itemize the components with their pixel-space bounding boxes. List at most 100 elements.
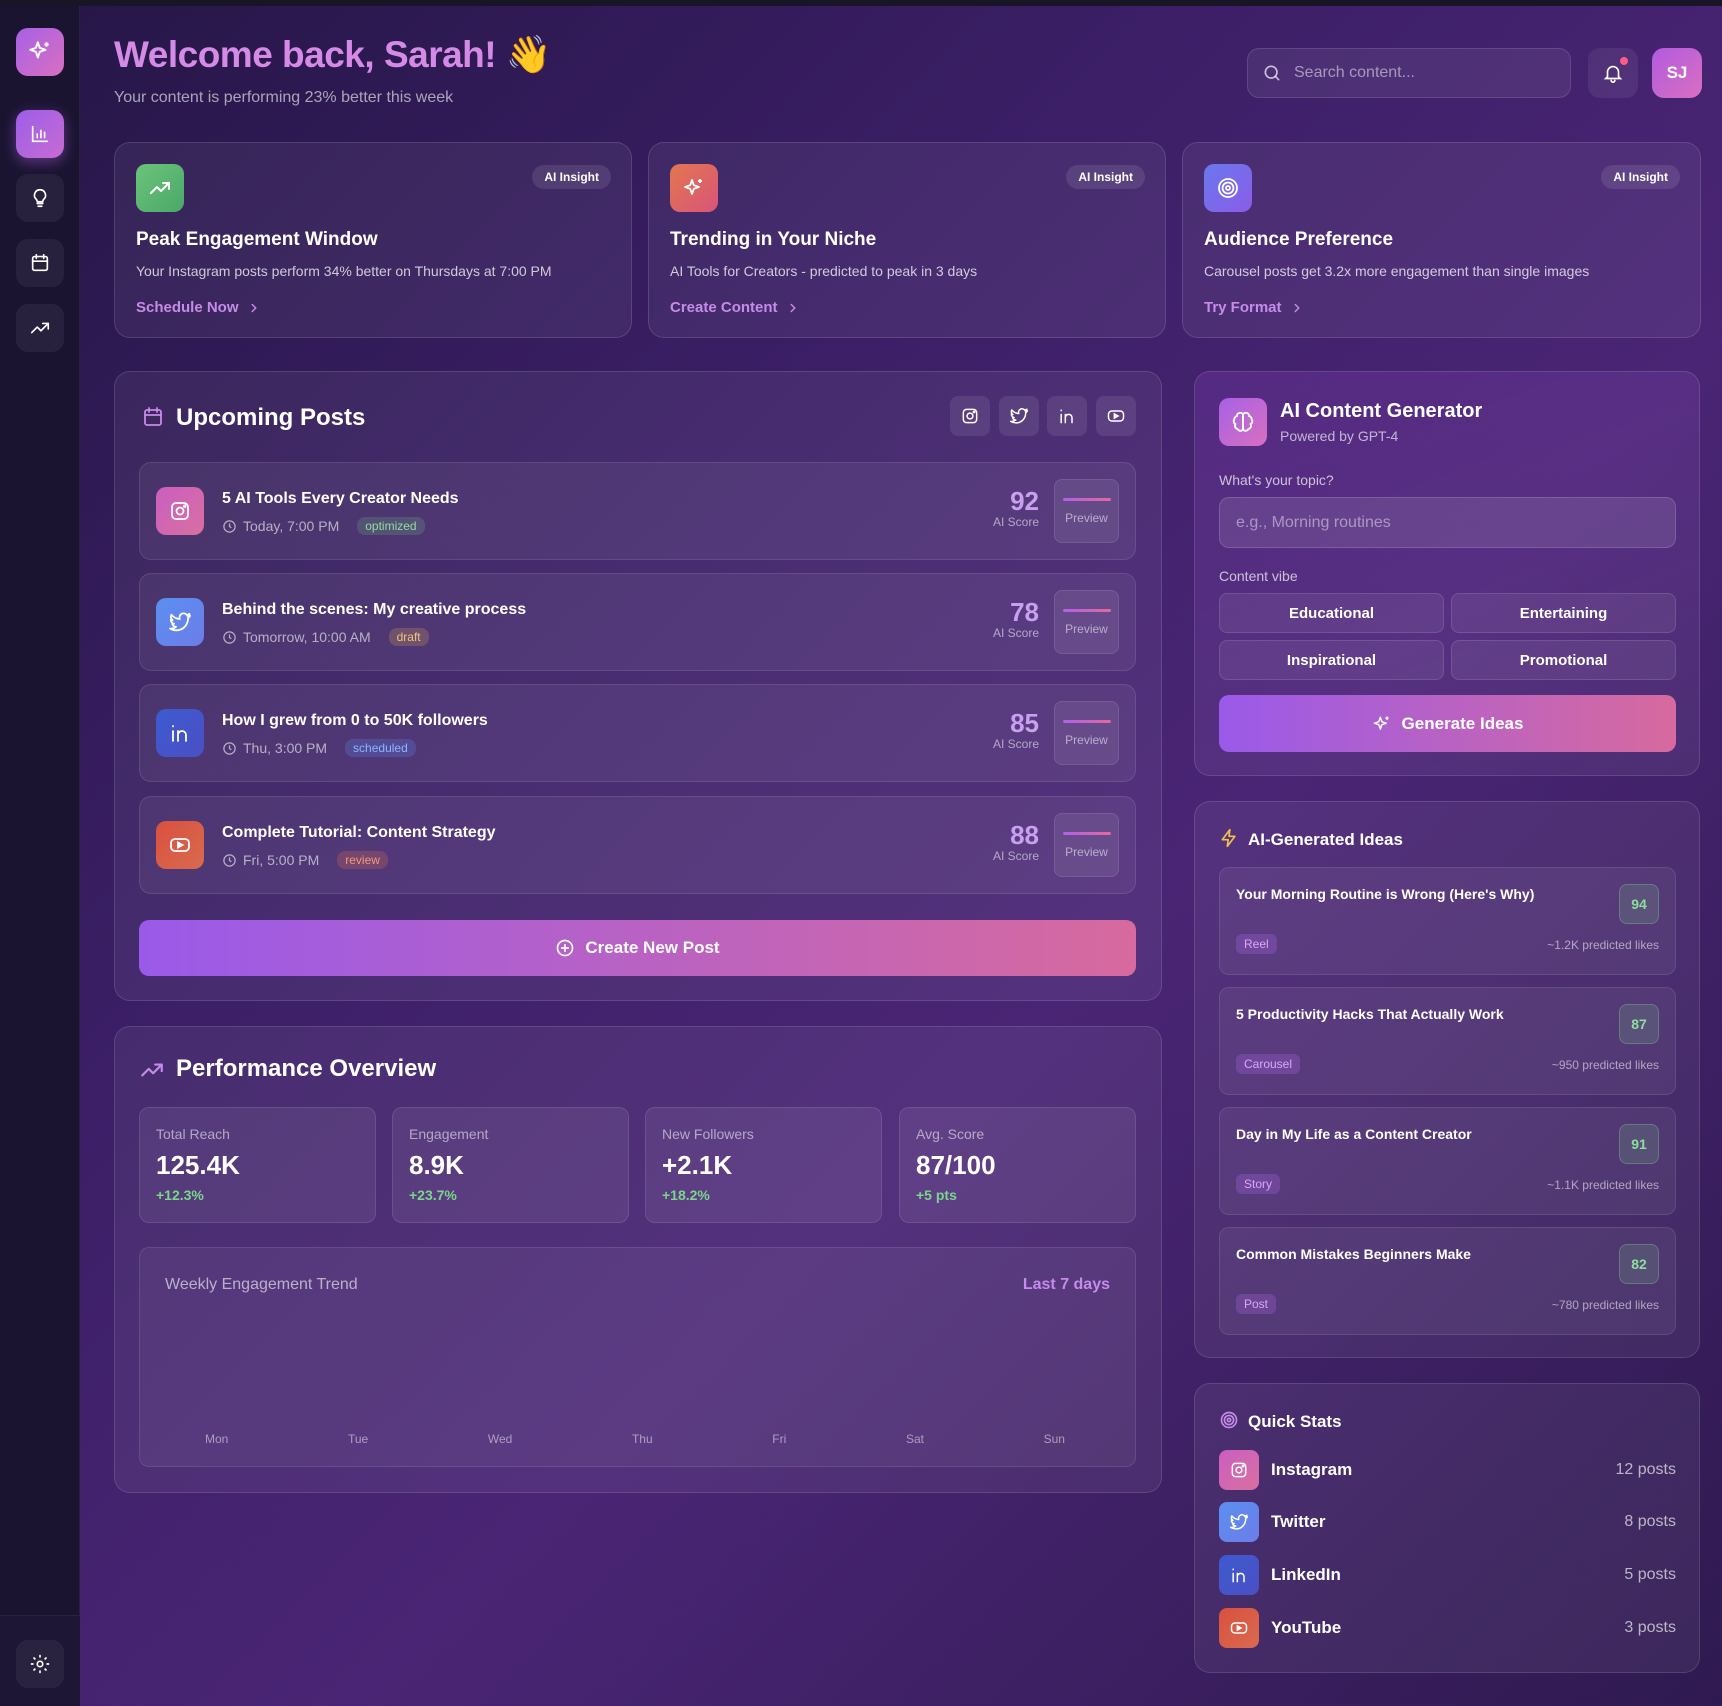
page-title: Welcome back, Sarah! 👋 (114, 34, 552, 75)
youtube-icon (1107, 410, 1125, 422)
trending-up-icon (141, 1063, 163, 1077)
platform-post-count: 12 posts (1615, 1461, 1676, 1478)
post-time: Tomorrow, 10:00 AM (243, 629, 371, 645)
filter-linkedin-button[interactable] (1047, 396, 1087, 436)
platform-name: Instagram (1271, 1460, 1353, 1479)
generator-subtitle: Powered by GPT-4 (1280, 428, 1399, 444)
preview-label: Preview (1065, 621, 1108, 636)
idea-card[interactable]: Your Morning Routine is Wrong (Here's Wh… (1219, 867, 1676, 975)
topic-input[interactable] (1219, 497, 1676, 548)
gear-icon (30, 1654, 50, 1674)
linkedin-icon (1219, 1555, 1259, 1595)
generator-title: AI Content Generator (1280, 400, 1483, 422)
vibe-educational-button[interactable]: Educational (1219, 593, 1444, 633)
settings-button[interactable] (16, 1640, 64, 1688)
stat-value: 87/100 (916, 1150, 996, 1180)
page-subtitle: Your content is performing 23% better th… (114, 89, 454, 106)
vibe-inspirational-button[interactable]: Inspirational (1219, 640, 1444, 680)
ai-score-label: AI Score (992, 849, 1039, 863)
create-content-link[interactable]: Create Content (670, 299, 800, 316)
button-label: Create New Post (585, 938, 720, 957)
idea-title: Your Morning Routine is Wrong (Here's Wh… (1236, 886, 1535, 902)
vibe-promotional-button[interactable]: Promotional (1451, 640, 1676, 680)
chevron-right-icon (790, 303, 796, 312)
idea-predicted-likes: ~780 predicted likes (1551, 1298, 1659, 1312)
chart-range-selector[interactable]: Last 7 days (1023, 1276, 1110, 1294)
post-row[interactable]: How I grew from 0 to 50K followers Thu, … (139, 684, 1136, 782)
idea-card[interactable]: 5 Productivity Hacks That Actually Work … (1219, 987, 1676, 1095)
filter-youtube-button[interactable] (1096, 396, 1136, 436)
notifications-button[interactable] (1588, 48, 1638, 98)
idea-card[interactable]: Day in My Life as a Content Creator 91 S… (1219, 1107, 1676, 1215)
stat-label: New Followers (662, 1126, 754, 1142)
stat-card-new-followers: New Followers +2.1K +18.2% (645, 1107, 882, 1223)
ai-ideas-panel: AI-Generated Ideas Your Morning Routine … (1194, 801, 1700, 1358)
preview-bar (1062, 497, 1111, 501)
search-icon (1264, 65, 1280, 81)
preview-label: Preview (1065, 844, 1108, 859)
schedule-now-link[interactable]: Schedule Now (136, 299, 261, 316)
insight-text: Carousel posts get 3.2x more engagement … (1204, 263, 1590, 279)
target-icon (1218, 178, 1238, 198)
insight-icon-box (1204, 164, 1252, 212)
sparkles-icon (1373, 716, 1389, 730)
chart-title: Weekly Engagement Trend (165, 1276, 358, 1293)
search-input[interactable] (1294, 64, 1554, 82)
filter-twitter-button[interactable] (999, 396, 1039, 436)
sidebar-item-analytics[interactable] (16, 110, 64, 158)
quick-stat-row: LinkedIn 5 posts (1219, 1554, 1676, 1596)
linkedin-icon (172, 725, 187, 742)
sidebar-item-ideas[interactable] (16, 174, 64, 222)
stat-change: +12.3% (156, 1187, 204, 1203)
insight-icon-box (136, 164, 184, 212)
filter-instagram-button[interactable] (950, 396, 990, 436)
avatar[interactable]: SJ (1652, 48, 1702, 98)
post-title: Complete Tutorial: Content Strategy (222, 824, 496, 841)
trending-up-icon (30, 322, 50, 334)
link-label: Schedule Now (136, 299, 239, 316)
lightbulb-icon (33, 188, 47, 208)
preview-button[interactable]: Preview (1054, 813, 1119, 877)
x-tick-label: Mon (205, 1432, 229, 1446)
preview-button[interactable]: Preview (1054, 479, 1119, 543)
ai-score-value: 78 (1010, 597, 1039, 627)
preview-bar (1062, 831, 1111, 835)
post-platform-badge (156, 709, 204, 757)
post-title: 5 AI Tools Every Creator Needs (222, 490, 459, 507)
ai-insight-badge: AI Insight (1601, 165, 1680, 189)
search-box[interactable] (1247, 48, 1571, 98)
generate-ideas-button[interactable]: Generate Ideas (1219, 695, 1676, 752)
ideas-title: AI-Generated Ideas (1248, 830, 1403, 849)
app-logo[interactable] (16, 28, 64, 76)
stat-label: Engagement (409, 1126, 489, 1142)
post-meta: Fri, 5:00 PM review (222, 851, 388, 869)
idea-predicted-likes: ~950 predicted likes (1551, 1058, 1659, 1072)
idea-card[interactable]: Common Mistakes Beginners Make 82 Post ~… (1219, 1227, 1676, 1335)
create-new-post-button[interactable]: Create New Post (139, 920, 1136, 976)
vibe-entertaining-button[interactable]: Entertaining (1451, 593, 1676, 633)
sidebar-item-calendar[interactable] (16, 239, 64, 287)
bell-icon (1603, 65, 1623, 83)
ai-score: 78 AI Score (993, 598, 1039, 640)
target-icon (1220, 1411, 1238, 1429)
preview-button[interactable]: Preview (1054, 590, 1119, 654)
insight-card-trending: AI Insight Trending in Your Niche AI Too… (648, 142, 1166, 338)
clock-icon (223, 630, 236, 644)
calendar-icon (31, 253, 49, 272)
post-row[interactable]: Behind the scenes: My creative process T… (139, 573, 1136, 671)
post-row[interactable]: Complete Tutorial: Content Strategy Fri,… (139, 796, 1136, 894)
status-badge: review (337, 851, 388, 869)
weekly-trend-chart: Weekly Engagement Trend Last 7 days Mon … (139, 1247, 1136, 1467)
x-tick-label: Fri (772, 1432, 787, 1446)
x-tick-label: Wed (487, 1432, 513, 1446)
stat-change: +5 pts (916, 1187, 957, 1203)
post-row[interactable]: 5 AI Tools Every Creator Needs Today, 7:… (139, 462, 1136, 560)
section-title: Performance Overview (176, 1055, 437, 1082)
stat-card-avg-score: Avg. Score 87/100 +5 pts (899, 1107, 1136, 1223)
sidebar-item-trends[interactable] (16, 304, 64, 352)
insight-card-engagement: AI Insight Peak Engagement Window Your I… (114, 142, 632, 338)
sidebar (0, 6, 80, 1706)
try-format-link[interactable]: Try Format (1204, 299, 1304, 316)
preview-button[interactable]: Preview (1054, 701, 1119, 765)
clock-icon (223, 853, 236, 867)
